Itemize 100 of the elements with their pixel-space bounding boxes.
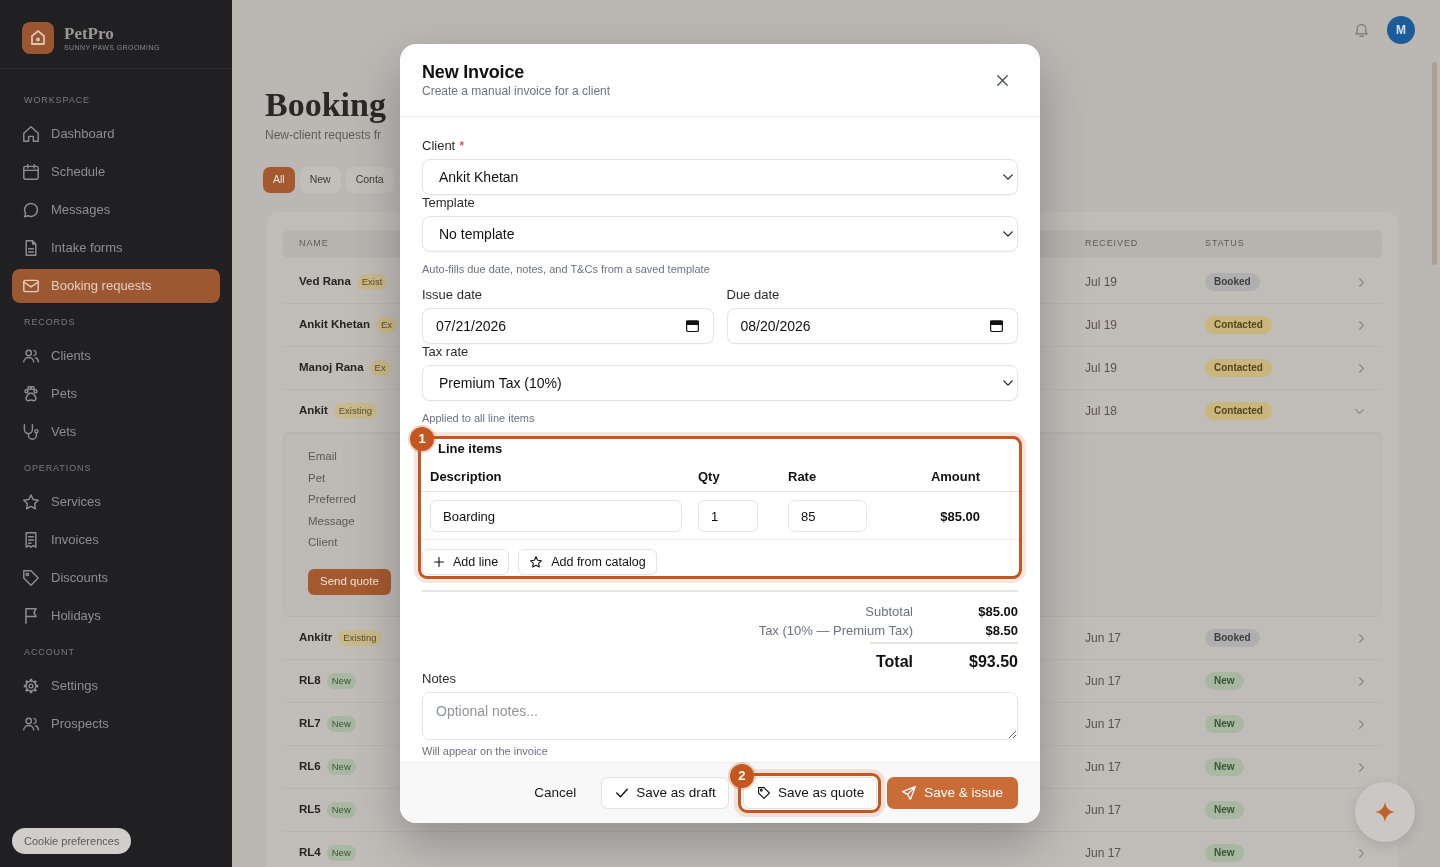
- chevron-right-icon[interactable]: [1359, 363, 1364, 373]
- quantity-field[interactable]: 1: [698, 500, 758, 532]
- client-name: Manoj Rana: [299, 360, 364, 376]
- client-name: RL6: [299, 759, 321, 775]
- status-badge: New: [1205, 672, 1244, 690]
- status-badge: Contacted: [1205, 359, 1272, 377]
- nav-item[interactable]: Holidays: [12, 599, 220, 633]
- client-name: RL5: [299, 802, 321, 818]
- chevron-down-icon: [1003, 174, 1013, 180]
- detail-label: Preferred: [308, 492, 356, 507]
- chevron-right-icon[interactable]: [1359, 848, 1364, 858]
- nav-item[interactable]: Intake forms: [12, 231, 220, 265]
- nav-item[interactable]: Booking requests: [12, 269, 220, 303]
- nav-item[interactable]: Discounts: [12, 561, 220, 595]
- field-label: Issue date: [422, 288, 482, 302]
- bell-icon[interactable]: [1355, 23, 1368, 37]
- client-tag: New: [326, 845, 356, 861]
- chevron-right-icon[interactable]: [1359, 633, 1364, 643]
- close-icon[interactable]: [997, 75, 1008, 86]
- tag-icon: [23, 570, 39, 586]
- client-tag: Existing: [333, 403, 377, 419]
- sparkle-icon: [1375, 802, 1395, 822]
- nav-item[interactable]: Services: [12, 485, 220, 519]
- client-tag: Existing: [338, 630, 382, 646]
- nav-item[interactable]: Settings: [12, 669, 220, 703]
- status-badge: New: [1205, 715, 1244, 733]
- client-name: RL4: [299, 845, 321, 861]
- avatar[interactable]: M: [1387, 16, 1415, 44]
- client-tag: New: [326, 673, 356, 689]
- client-name: Ankitr: [299, 630, 333, 646]
- template-select[interactable]: No template: [422, 216, 1018, 252]
- chevron-right-icon[interactable]: [1359, 320, 1364, 330]
- home-icon: [23, 126, 39, 142]
- due-date-field[interactable]: 08/20/2026: [726, 308, 1018, 344]
- cookie-preferences-button[interactable]: Cookie preferences: [12, 828, 132, 854]
- nav-item[interactable]: Schedule: [12, 155, 220, 189]
- calendar-icon[interactable]: [990, 319, 1003, 333]
- scrollbar[interactable]: [1432, 62, 1437, 265]
- status-badge: Contacted: [1205, 316, 1272, 334]
- chevron-down-icon: [1003, 231, 1013, 237]
- client-name: Ankit Khetan: [299, 317, 370, 333]
- chevron-right-icon[interactable]: [1359, 719, 1364, 729]
- rate-field[interactable]: 85: [788, 500, 867, 532]
- paw-icon: [23, 386, 39, 402]
- total-value: $8.50: [984, 622, 1018, 640]
- settings-icon: [23, 678, 39, 694]
- chevron-down-icon: [1003, 380, 1013, 386]
- help-text: Applied to all line items: [422, 412, 535, 425]
- filter-tab[interactable]: New: [299, 167, 341, 193]
- users-icon: [23, 348, 39, 364]
- chevron-right-icon[interactable]: [1359, 676, 1364, 686]
- save-issue-button[interactable]: Save & issue: [887, 777, 1018, 809]
- chevron-right-icon[interactable]: [1359, 277, 1364, 287]
- chevron-right-icon[interactable]: [1359, 762, 1364, 772]
- nav-item[interactable]: Vets: [12, 415, 220, 449]
- cancel-button[interactable]: Cancel: [522, 777, 589, 809]
- star-icon: [530, 556, 543, 568]
- column-header: Description: [430, 469, 502, 485]
- chevron-down-icon[interactable]: [1355, 408, 1364, 414]
- received-date: Jun 17: [1085, 845, 1122, 862]
- help-text: Auto-fills due date, notes, and T&Cs from a saved template: [422, 263, 710, 276]
- save-draft-button[interactable]: Save as draft: [601, 777, 729, 809]
- tax-rate-select[interactable]: Premium Tax (10%): [422, 365, 1018, 401]
- detail-label: Email: [308, 449, 337, 464]
- add-from-catalog-button[interactable]: Add from catalog: [518, 549, 657, 575]
- calendar-icon[interactable]: [685, 319, 699, 333]
- nav-item[interactable]: Messages: [12, 193, 220, 227]
- add-line-button[interactable]: Add line: [422, 549, 510, 575]
- tag-icon: [757, 787, 770, 799]
- filter-tab[interactable]: Conta: [345, 167, 394, 193]
- filter-tab[interactable]: All: [263, 167, 295, 193]
- nav-item[interactable]: Pets: [12, 377, 220, 411]
- total-label: Subtotal: [864, 603, 913, 621]
- column-header: Amount: [930, 469, 980, 485]
- send-quote-button[interactable]: Send quote: [308, 568, 391, 595]
- help-text: Will appear on the invoice: [422, 745, 548, 758]
- check-icon: [616, 787, 629, 799]
- status-badge: New: [1205, 801, 1244, 819]
- issue-date-field[interactable]: 07/21/2026: [422, 308, 714, 344]
- nav-item[interactable]: Prospects: [12, 707, 220, 741]
- client-select[interactable]: Ankit Khetan: [422, 159, 1018, 195]
- callout-badge: 2: [729, 764, 754, 788]
- column-header: STATUS: [1205, 237, 1245, 251]
- flag-icon: [23, 608, 39, 624]
- description-field[interactable]: Boarding: [430, 500, 682, 532]
- status-badge: Contacted: [1205, 402, 1272, 420]
- status-badge: Booked: [1205, 273, 1260, 291]
- received-date: Jul 19: [1085, 317, 1118, 334]
- nav-item[interactable]: Invoices: [12, 523, 220, 557]
- stethoscope-icon: [23, 424, 39, 440]
- nav-item[interactable]: Clients: [12, 339, 220, 373]
- received-date: Jun 17: [1085, 802, 1122, 819]
- callout-badge: 1: [410, 427, 434, 451]
- star-icon: [23, 494, 39, 510]
- client-tag: New: [326, 759, 356, 775]
- nav-item[interactable]: Dashboard: [12, 117, 220, 151]
- brand-name: PetPro: [64, 24, 114, 43]
- field-label: Template: [422, 196, 475, 210]
- notes-field[interactable]: Optional notes...: [422, 692, 1018, 740]
- client-name: Ankit: [299, 403, 328, 419]
